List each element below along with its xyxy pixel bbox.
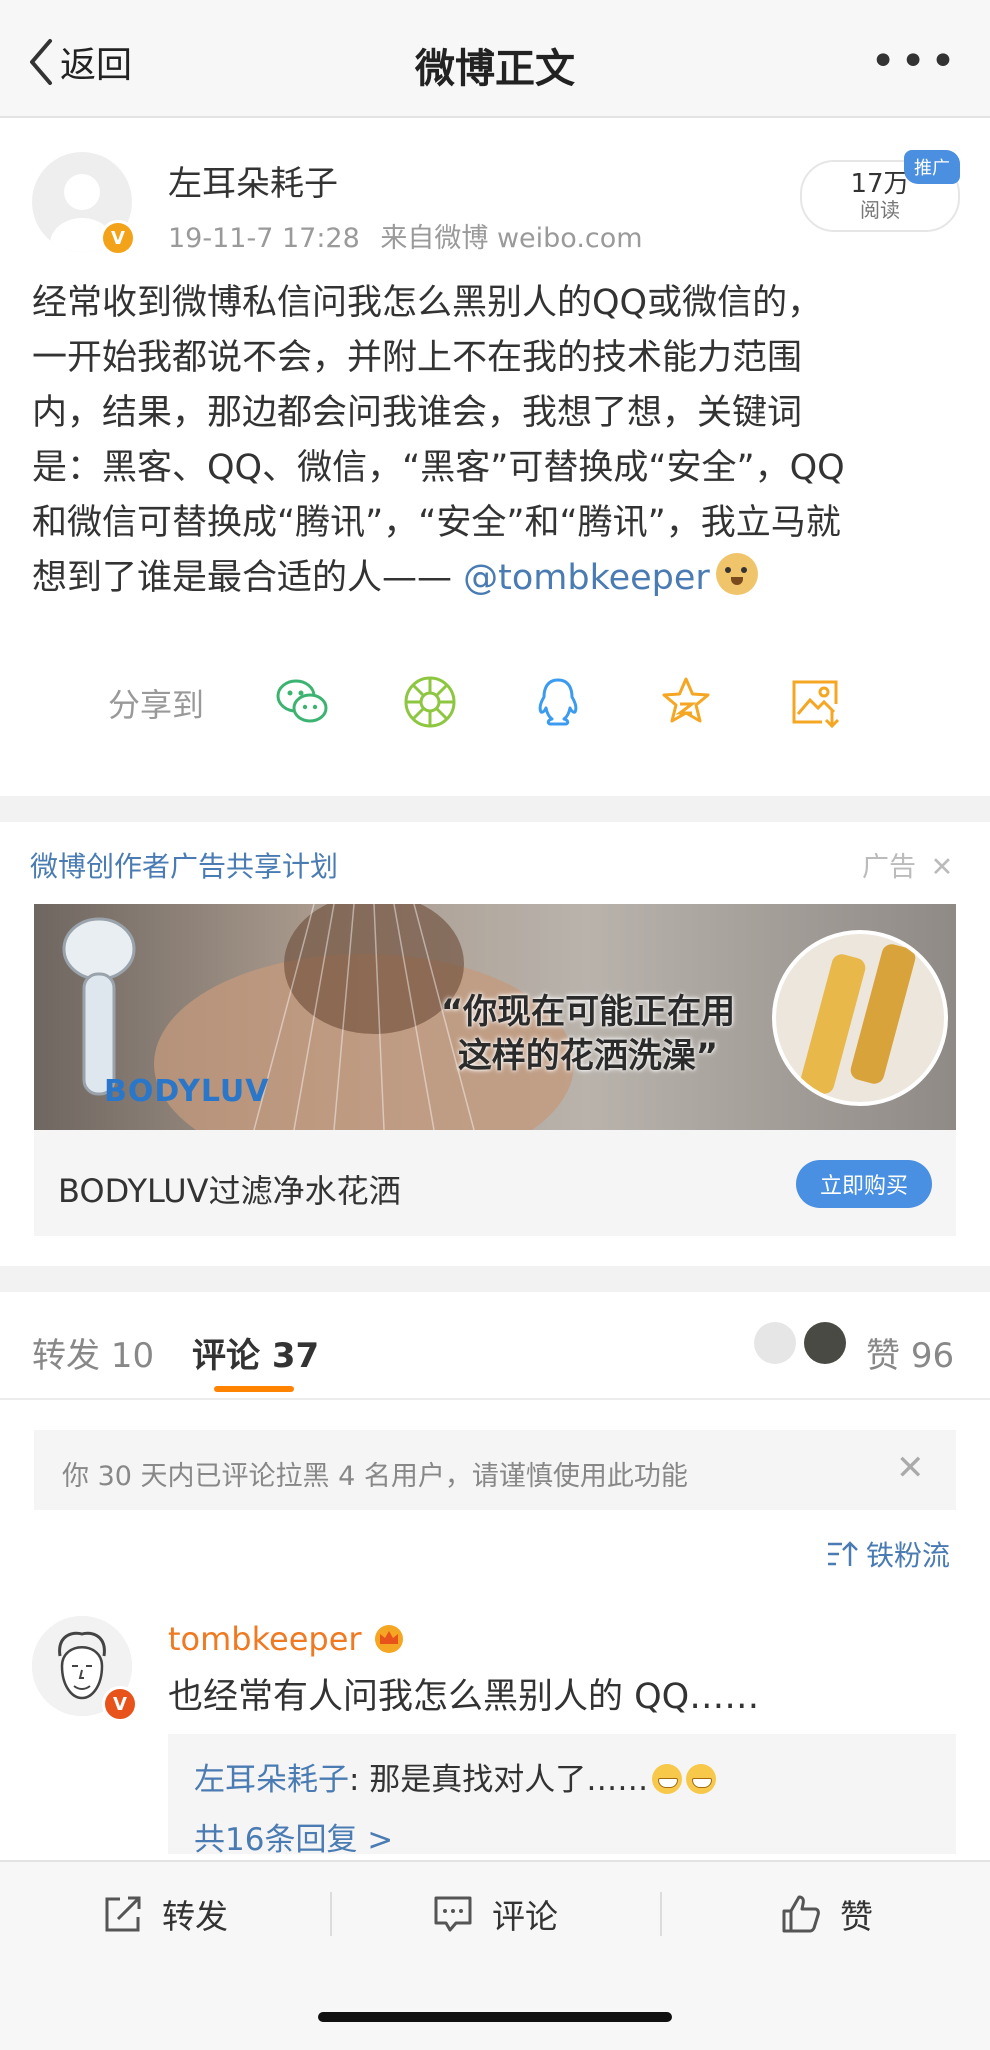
doge-emoji-icon	[715, 553, 758, 595]
content-text: 想到了谁是最合适的人——	[32, 558, 464, 598]
liker-avatar[interactable]	[804, 1322, 846, 1364]
thumbs-up-icon	[782, 1895, 820, 1933]
content-line: 内，结果，那边都会问我谁会，我想了想，关键词	[32, 393, 803, 433]
author-name[interactable]: 左耳朵耗子	[168, 156, 338, 205]
share-label: 分享到	[108, 686, 205, 724]
content-line: 一开始我都说不会，并附上不在我的技术能力范围	[32, 338, 803, 378]
active-tab-indicator	[214, 1386, 294, 1392]
post-time: 19-11-7 17:28	[168, 223, 360, 254]
content-line: 和微信可替换成“腾讯”，“安全”和“腾讯”，我立马就	[32, 503, 841, 543]
comment-label: 评论	[492, 1897, 558, 1936]
filter-cartridge-illustration	[800, 944, 916, 1094]
reply-line: 左耳朵耗子: 那是真找对人了……	[194, 1754, 717, 1799]
repost-label: 转发	[162, 1897, 228, 1936]
like-label: 赞	[840, 1897, 873, 1936]
repost-button[interactable]: 转发	[102, 1890, 228, 1938]
tabs-divider	[0, 1398, 990, 1400]
tab-count: 10	[110, 1336, 155, 1376]
save-image-icon[interactable]	[786, 672, 846, 732]
reply-author[interactable]: 左耳朵耗子	[194, 1762, 349, 1798]
tab-label: 评论	[192, 1336, 260, 1376]
ad-product-name: BODYLUV过滤净水花洒	[58, 1172, 401, 1210]
tab-label: 转发	[32, 1336, 100, 1376]
crown-icon	[374, 1625, 403, 1653]
comment-text: 也经常有人问我怎么黑别人的 QQ……	[168, 1677, 760, 1717]
moments-icon[interactable]	[400, 672, 460, 732]
ad-label: 广告	[862, 852, 916, 883]
post-source: 来自微博 weibo.com	[380, 223, 643, 254]
grin-emoji-icon	[652, 1764, 683, 1794]
bar-separator	[330, 1892, 332, 1936]
tab-count: 37	[271, 1336, 320, 1376]
home-indicator[interactable]	[318, 2012, 672, 2022]
page-title: 微博正文	[415, 46, 575, 92]
bar-separator	[660, 1892, 662, 1936]
sort-toggle[interactable]: 铁粉流	[826, 1534, 950, 1574]
ad-brand-logo: BODYLUV	[104, 1074, 270, 1109]
like-button[interactable]: 赞	[780, 1890, 873, 1938]
sort-label: 铁粉流	[866, 1539, 951, 1572]
section-separator	[0, 1266, 990, 1292]
commenter-name[interactable]: tombkeeper	[168, 1620, 406, 1658]
ad-slogan: “你现在可能正在用 这样的花洒洗澡”	[418, 990, 758, 1078]
qq-icon[interactable]	[528, 672, 588, 732]
close-icon[interactable]: ✕	[896, 1448, 925, 1488]
tab-comments[interactable]: 评论 37	[192, 1328, 319, 1377]
ad-slogan-line: 这样的花洒洗澡”	[457, 1036, 719, 1076]
content-line: 想到了谁是最合适的人—— @tombkeeper	[32, 551, 952, 606]
ad-plan-link[interactable]: 微博创作者广告共享计划	[30, 845, 338, 885]
favorite-star-icon[interactable]	[656, 672, 716, 732]
promoted-badge: 推广	[904, 150, 960, 184]
tab-label: 赞	[866, 1336, 900, 1376]
read-label: 阅读	[860, 198, 900, 222]
ad-slogan-line: “你现在可能正在用	[440, 992, 736, 1032]
wechat-icon[interactable]	[272, 672, 332, 732]
buy-now-button[interactable]: 立即购买	[796, 1160, 932, 1208]
section-separator	[0, 796, 990, 822]
sort-icon	[828, 1541, 858, 1566]
repost-icon	[105, 1896, 141, 1932]
ad-close-icon[interactable]: ✕	[931, 852, 954, 883]
ad-tag: 广告 ✕	[862, 845, 953, 884]
tab-count: 96	[910, 1336, 955, 1376]
commenter-name-text: tombkeeper	[168, 1620, 362, 1658]
comment-icon	[434, 1896, 472, 1932]
reply-text: : 那是真找对人了……	[349, 1762, 649, 1798]
tab-reposts[interactable]: 转发 10	[32, 1328, 154, 1377]
navigation-bar: 返回 微博正文 •••	[0, 0, 990, 118]
view-all-replies-link[interactable]: 共16条回复 >	[194, 1814, 393, 1859]
verified-badge: V	[102, 1686, 138, 1722]
content-line: 经常收到微博私信问我怎么黑别人的QQ或微信的，	[32, 283, 823, 323]
mention-link[interactable]: @tombkeeper	[463, 558, 710, 598]
grin-emoji-icon	[686, 1764, 717, 1794]
notice-text: 你 30 天内已评论拉黑 4 名用户，请谨慎使用此功能	[62, 1461, 688, 1492]
verified-badge: V	[100, 220, 136, 256]
liker-avatar[interactable]	[754, 1322, 796, 1364]
comment-button[interactable]: 评论	[432, 1890, 558, 1938]
more-options-icon[interactable]: •••	[870, 36, 960, 87]
content-line: 是：黑客、QQ、微信，“黑客”可替换成“安全”，QQ	[32, 448, 845, 488]
ad-product-closeup	[772, 930, 948, 1106]
post-meta: 19-11-7 17:28 来自微博 weibo.com	[168, 216, 643, 255]
tab-likes[interactable]: 赞 96	[866, 1328, 954, 1377]
post-content: 经常收到微博私信问我怎么黑别人的QQ或微信的， 一开始我都说不会，并附上不在我的…	[32, 276, 952, 606]
